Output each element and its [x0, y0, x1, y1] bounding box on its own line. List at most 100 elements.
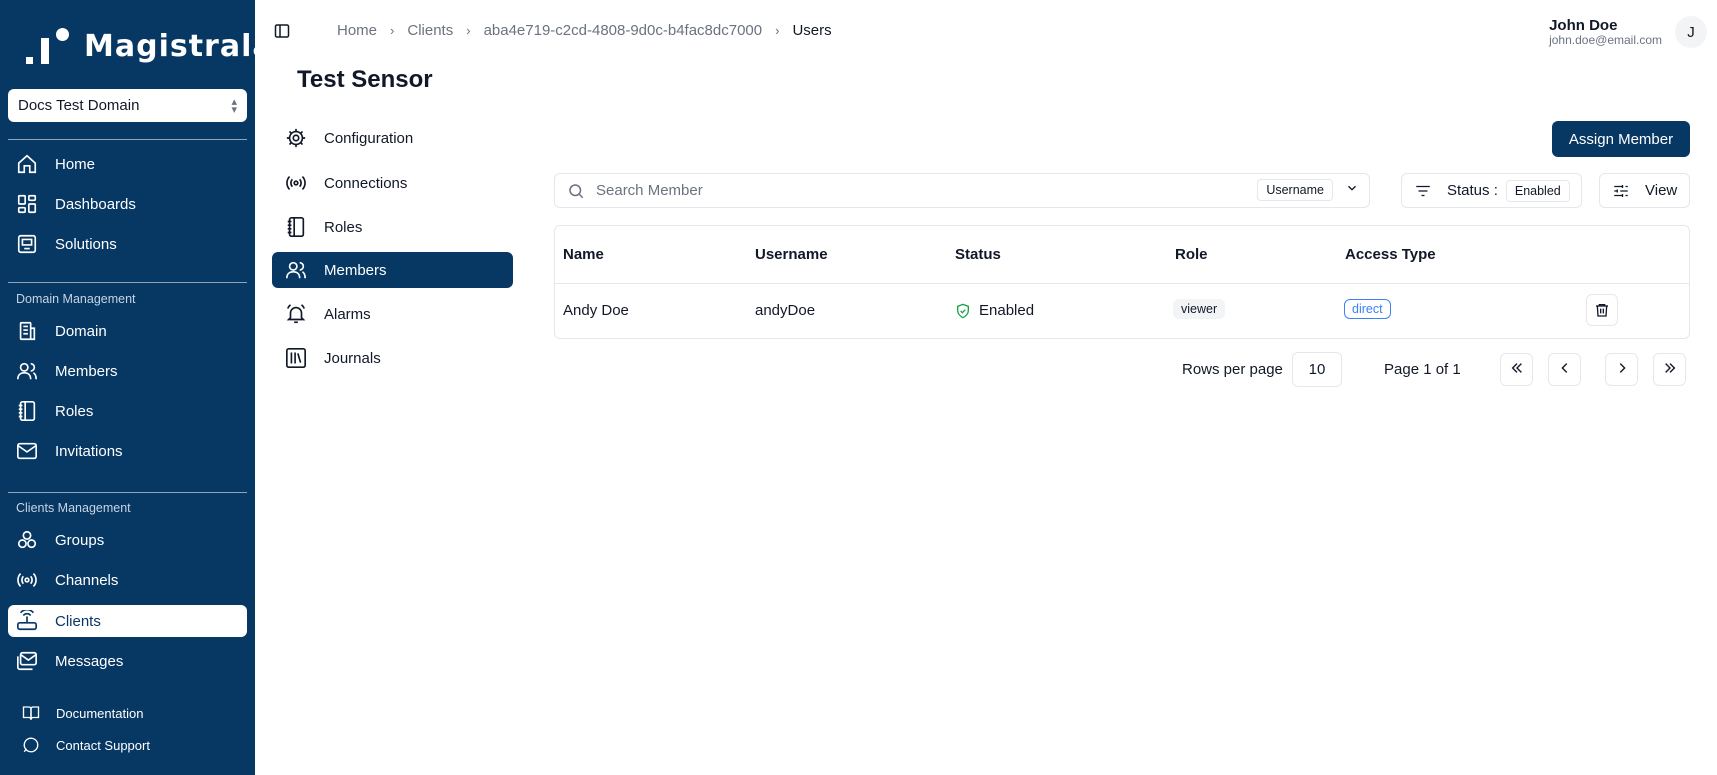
divider: [8, 282, 247, 283]
groups-icon: [16, 529, 38, 551]
chevron-up-down-icon: ▴ ▾: [231, 95, 237, 116]
sidebar-item-messages[interactable]: Messages: [8, 645, 247, 677]
breadcrumb-clients[interactable]: Clients: [407, 22, 453, 39]
users-icon: [285, 259, 307, 281]
notebook-icon: [16, 400, 38, 422]
breadcrumb-home[interactable]: Home: [337, 22, 377, 39]
gear-icon: [285, 127, 307, 149]
rows-per-page-select[interactable]: 10: [1292, 352, 1342, 387]
breadcrumb-client-id[interactable]: aba4e719-c2cd-4808-9d0c-b4fac8dc7000: [484, 22, 763, 39]
sidebar-item-contact-support[interactable]: Contact Support: [8, 729, 247, 761]
sidebar-item-label: Invitations: [55, 442, 123, 460]
sidebar-item-domain[interactable]: Domain: [8, 315, 247, 347]
section-label-domain: Domain Management: [16, 292, 136, 306]
radio-icon: [285, 172, 307, 194]
view-label: View: [1645, 182, 1678, 199]
sidebar-item-label: Solutions: [55, 235, 117, 253]
library-icon: [285, 347, 307, 369]
chat-icon: [22, 736, 40, 754]
tab-alarms[interactable]: Alarms: [272, 296, 513, 332]
sidebar-item-invitations[interactable]: Invitations: [8, 435, 247, 467]
sidebar-item-label: Domain: [55, 322, 107, 340]
sidebar-item-label: Messages: [55, 652, 124, 670]
first-page-button[interactable]: [1500, 353, 1533, 386]
chevrons-right-icon: [1663, 361, 1677, 379]
shield-check-icon: [955, 303, 971, 319]
sidebar-item-channels[interactable]: Channels: [8, 564, 247, 596]
tab-roles[interactable]: Roles: [272, 209, 513, 245]
page-indicator: Page 1 of 1: [1384, 361, 1461, 378]
role-badge: viewer: [1173, 299, 1226, 319]
radio-icon: [16, 569, 38, 591]
access-type-badge: direct: [1344, 299, 1391, 319]
chevron-right-icon: ›: [390, 23, 395, 38]
sidebar-item-label: Contact Support: [56, 737, 150, 753]
last-page-button[interactable]: [1653, 353, 1686, 386]
breadcrumb: Home › Clients › aba4e719-c2cd-4808-9d0c…: [337, 22, 832, 39]
chevrons-left-icon: [1510, 361, 1524, 379]
previous-page-button[interactable]: [1548, 353, 1581, 386]
tab-connections[interactable]: Connections: [272, 165, 513, 201]
tab-journals[interactable]: Journals: [272, 340, 513, 376]
logo-icon: [26, 28, 72, 64]
sidebar-toggle-icon[interactable]: [274, 23, 290, 39]
column-header-status[interactable]: Status: [955, 246, 1001, 263]
chevron-down-icon: [1345, 181, 1359, 199]
search-field-select[interactable]: Username: [1257, 179, 1359, 201]
assign-member-button[interactable]: Assign Member: [1552, 121, 1690, 157]
messages-icon: [16, 650, 38, 672]
sidebar-item-clients[interactable]: Clients: [8, 605, 247, 637]
sidebar-item-label: Roles: [55, 402, 94, 420]
breadcrumb-current: Users: [792, 22, 832, 39]
sidebar-item-solutions[interactable]: Solutions: [8, 228, 247, 260]
notebook-icon: [285, 216, 307, 238]
filter-icon: [1414, 182, 1432, 200]
status-filter-button[interactable]: Status : Enabled: [1401, 173, 1582, 208]
tab-configuration[interactable]: Configuration: [272, 120, 513, 156]
domain-selector[interactable]: Docs Test Domain ▴ ▾: [8, 89, 247, 122]
status-text: Enabled: [979, 302, 1035, 319]
search-input[interactable]: [596, 182, 1236, 199]
column-header-username[interactable]: Username: [755, 246, 828, 263]
column-header-access-type[interactable]: Access Type: [1345, 246, 1436, 263]
chevron-right-icon: ›: [466, 23, 471, 38]
domain-selector-value: Docs Test Domain: [18, 97, 140, 114]
tab-members[interactable]: Members: [272, 252, 513, 288]
user-menu[interactable]: John Doe john.doe@email.com: [1549, 18, 1662, 47]
bell-icon: [285, 303, 307, 325]
tab-label: Members: [324, 261, 387, 279]
rows-per-page-label: Rows per page: [1182, 361, 1283, 378]
cell-username: andyDoe: [755, 302, 816, 319]
avatar[interactable]: J: [1675, 16, 1707, 48]
sidebar-item-members[interactable]: Members: [8, 355, 247, 387]
book-icon: [22, 704, 40, 722]
sidebar-item-home[interactable]: Home: [8, 148, 247, 180]
chevron-right-icon: [1615, 361, 1629, 379]
cell-status: Enabled: [955, 302, 1034, 319]
sidebar-item-dashboards[interactable]: Dashboards: [8, 188, 247, 220]
status-filter-label: Status :: [1447, 182, 1498, 199]
solutions-icon: [16, 233, 38, 255]
sidebar-item-groups[interactable]: Groups: [8, 524, 247, 556]
column-header-role[interactable]: Role: [1175, 246, 1208, 263]
home-icon: [16, 153, 38, 175]
brand-logo[interactable]: Magistrala: [26, 28, 274, 64]
building-icon: [16, 320, 38, 342]
tab-label: Journals: [324, 349, 381, 367]
dashboard-icon: [16, 193, 38, 215]
view-options-button[interactable]: View: [1599, 173, 1690, 208]
delete-member-button[interactable]: [1586, 294, 1618, 326]
sidebar-item-roles[interactable]: Roles: [8, 395, 247, 427]
tab-label: Configuration: [324, 129, 414, 147]
next-page-button[interactable]: [1605, 353, 1638, 386]
members-table: Name Username Status Role Access Type An…: [554, 225, 1690, 339]
sidebar-item-documentation[interactable]: Documentation: [8, 697, 247, 729]
search-bar: Username: [554, 173, 1370, 208]
column-header-name[interactable]: Name: [563, 246, 604, 263]
trash-icon: [1594, 302, 1610, 318]
divider: [555, 283, 1689, 284]
mail-icon: [16, 440, 38, 462]
chevron-right-icon: ›: [775, 23, 780, 38]
status-filter-value: Enabled: [1505, 179, 1570, 202]
brand-name: Magistrala: [84, 28, 274, 64]
